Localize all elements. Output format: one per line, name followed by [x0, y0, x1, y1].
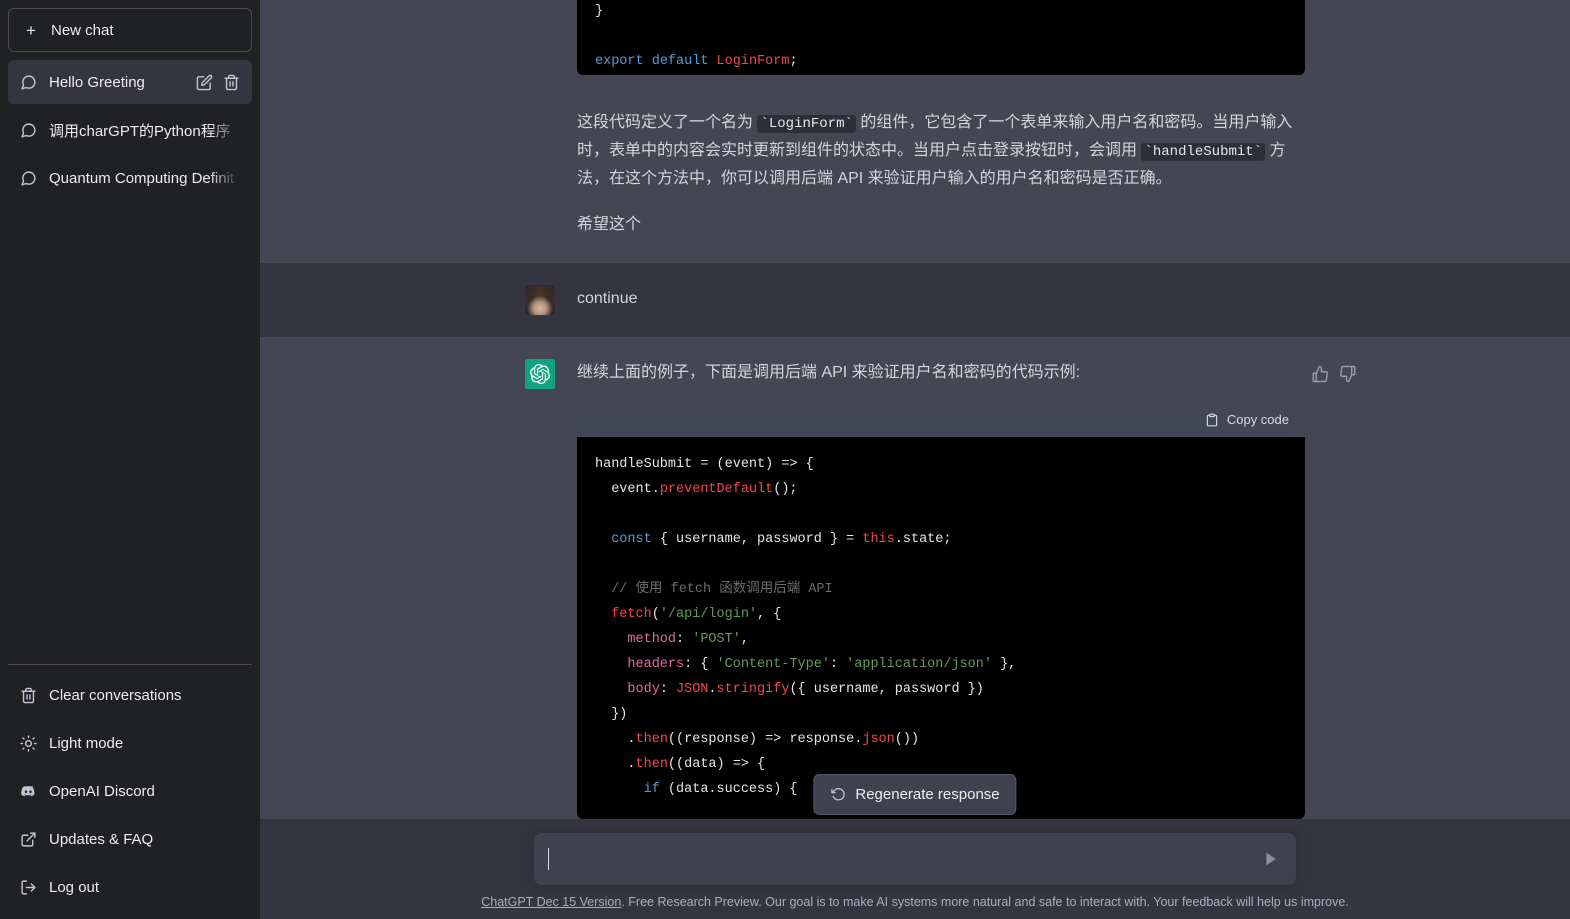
- light-mode-button[interactable]: Light mode: [8, 719, 252, 767]
- code-component-name: LoginForm: [716, 53, 790, 69]
- composer-box[interactable]: [534, 833, 1296, 885]
- code-keyword-export: export: [595, 53, 644, 69]
- clear-conversations-label: Clear conversations: [49, 686, 182, 704]
- conversation-list: Hello Greeting 调用charGPT的Python程序 Quantu…: [8, 60, 252, 200]
- new-chat-label: New chat: [51, 21, 114, 39]
- external-link-icon: [20, 831, 37, 848]
- regenerate-response-label: Regenerate response: [855, 786, 1000, 803]
- refresh-icon: [830, 787, 845, 802]
- assistant-explanation-paragraph: 这段代码定义了一个名为 `LoginForm` 的组件，它包含了一个表单来输入用…: [577, 109, 1305, 193]
- sidebar-item-hello-greeting[interactable]: Hello Greeting: [8, 60, 252, 104]
- sidebar-item-label: Hello Greeting: [49, 73, 145, 91]
- logout-icon: [20, 879, 37, 896]
- avatar-spacer: [525, 0, 555, 239]
- sidebar-item-label: Quantum Computing Definit: [49, 169, 235, 187]
- disclaimer-text: . Free Research Preview. Our goal is to …: [621, 895, 1349, 909]
- assistant-message-row: 继续上面的例子，下面是调用后端 API 来验证用户名和密码的代码示例: Copy…: [260, 337, 1570, 819]
- message-feedback-actions: [1311, 365, 1357, 383]
- clipboard-icon[interactable]: [1205, 413, 1219, 427]
- inline-code-loginform: `LoginForm`: [757, 115, 856, 133]
- assistant-message-previous: } export default LoginForm; 这段代码定义了一个名为 …: [260, 0, 1570, 263]
- openai-discord-link[interactable]: OpenAI Discord: [8, 767, 252, 815]
- code-block-content: handleSubmit = (event) => { event.preven…: [577, 437, 1305, 819]
- version-link[interactable]: ChatGPT Dec 15 Version: [481, 895, 621, 909]
- regenerate-response-button[interactable]: Regenerate response: [813, 774, 1017, 815]
- thumbs-down-icon[interactable]: [1339, 365, 1357, 383]
- openai-discord-label: OpenAI Discord: [49, 782, 155, 800]
- code-keyword-default: default: [651, 53, 709, 69]
- user-message-text: continue: [577, 290, 638, 307]
- chat-input[interactable]: [549, 850, 1260, 868]
- trash-icon: [20, 687, 37, 704]
- message-icon: [20, 170, 37, 187]
- assistant-reply-body: 继续上面的例子，下面是调用后端 API 来验证用户名和密码的代码示例: Copy…: [577, 359, 1305, 819]
- user-avatar-photo: [525, 285, 555, 315]
- chatgpt-logo-icon: [525, 359, 555, 389]
- clear-conversations-button[interactable]: Clear conversations: [8, 671, 252, 719]
- log-out-button[interactable]: Log out: [8, 863, 252, 911]
- explanation-part1: 这段代码定义了一个名为: [577, 114, 758, 131]
- sidebar: + New chat Hello Greeting 调用charGPT的Pyth…: [0, 0, 260, 919]
- code-block[interactable]: Copy code handleSubmit = (event) => { ev…: [577, 403, 1305, 819]
- code-line-brace: }: [595, 4, 604, 19]
- light-mode-label: Light mode: [49, 734, 124, 752]
- trash-icon[interactable]: [223, 74, 240, 91]
- main-panel: } export default LoginForm; 这段代码定义了一个名为 …: [260, 0, 1570, 919]
- updates-faq-link[interactable]: Updates & FAQ: [8, 815, 252, 863]
- assistant-message-body: } export default LoginForm; 这段代码定义了一个名为 …: [577, 0, 1305, 239]
- code-block-previous[interactable]: } export default LoginForm;: [577, 0, 1305, 75]
- plus-icon: +: [26, 20, 36, 40]
- conversation-actions: [192, 74, 240, 91]
- assistant-reply-text: 继续上面的例子，下面是调用后端 API 来验证用户名和密码的代码示例:: [577, 364, 1081, 381]
- new-chat-button[interactable]: + New chat: [8, 8, 252, 52]
- log-out-label: Log out: [49, 878, 100, 896]
- sidebar-item-quantum-computing[interactable]: Quantum Computing Definit: [8, 156, 252, 200]
- sidebar-item-python-program[interactable]: 调用charGPT的Python程序: [8, 108, 252, 152]
- copy-code-button[interactable]: Copy code: [1227, 409, 1289, 432]
- assistant-explanation-tail: 希望这个: [577, 216, 642, 233]
- sidebar-item-label: 调用charGPT的Python程序: [49, 122, 231, 140]
- code-semicolon: ;: [789, 53, 798, 69]
- message-icon: [20, 122, 37, 139]
- footer-disclaimer: ChatGPT Dec 15 Version. Free Research Pr…: [260, 895, 1570, 909]
- discord-icon: [20, 783, 37, 800]
- user-message-row: continue: [260, 263, 1570, 337]
- updates-faq-label: Updates & FAQ: [49, 830, 154, 848]
- thumbs-up-icon[interactable]: [1311, 365, 1329, 383]
- message-icon: [20, 74, 37, 91]
- code-block-header: Copy code: [577, 403, 1305, 437]
- composer-area: ChatGPT Dec 15 Version. Free Research Pr…: [260, 833, 1570, 919]
- pencil-icon[interactable]: [196, 74, 213, 91]
- inline-code-handlesubmit: `handleSubmit`: [1141, 143, 1266, 161]
- sidebar-footer: Clear conversations Light mode OpenAI Di…: [8, 664, 252, 911]
- sun-icon: [20, 734, 37, 752]
- chatgpt-app: + New chat Hello Greeting 调用charGPT的Pyth…: [0, 0, 1570, 919]
- send-icon[interactable]: [1260, 848, 1282, 870]
